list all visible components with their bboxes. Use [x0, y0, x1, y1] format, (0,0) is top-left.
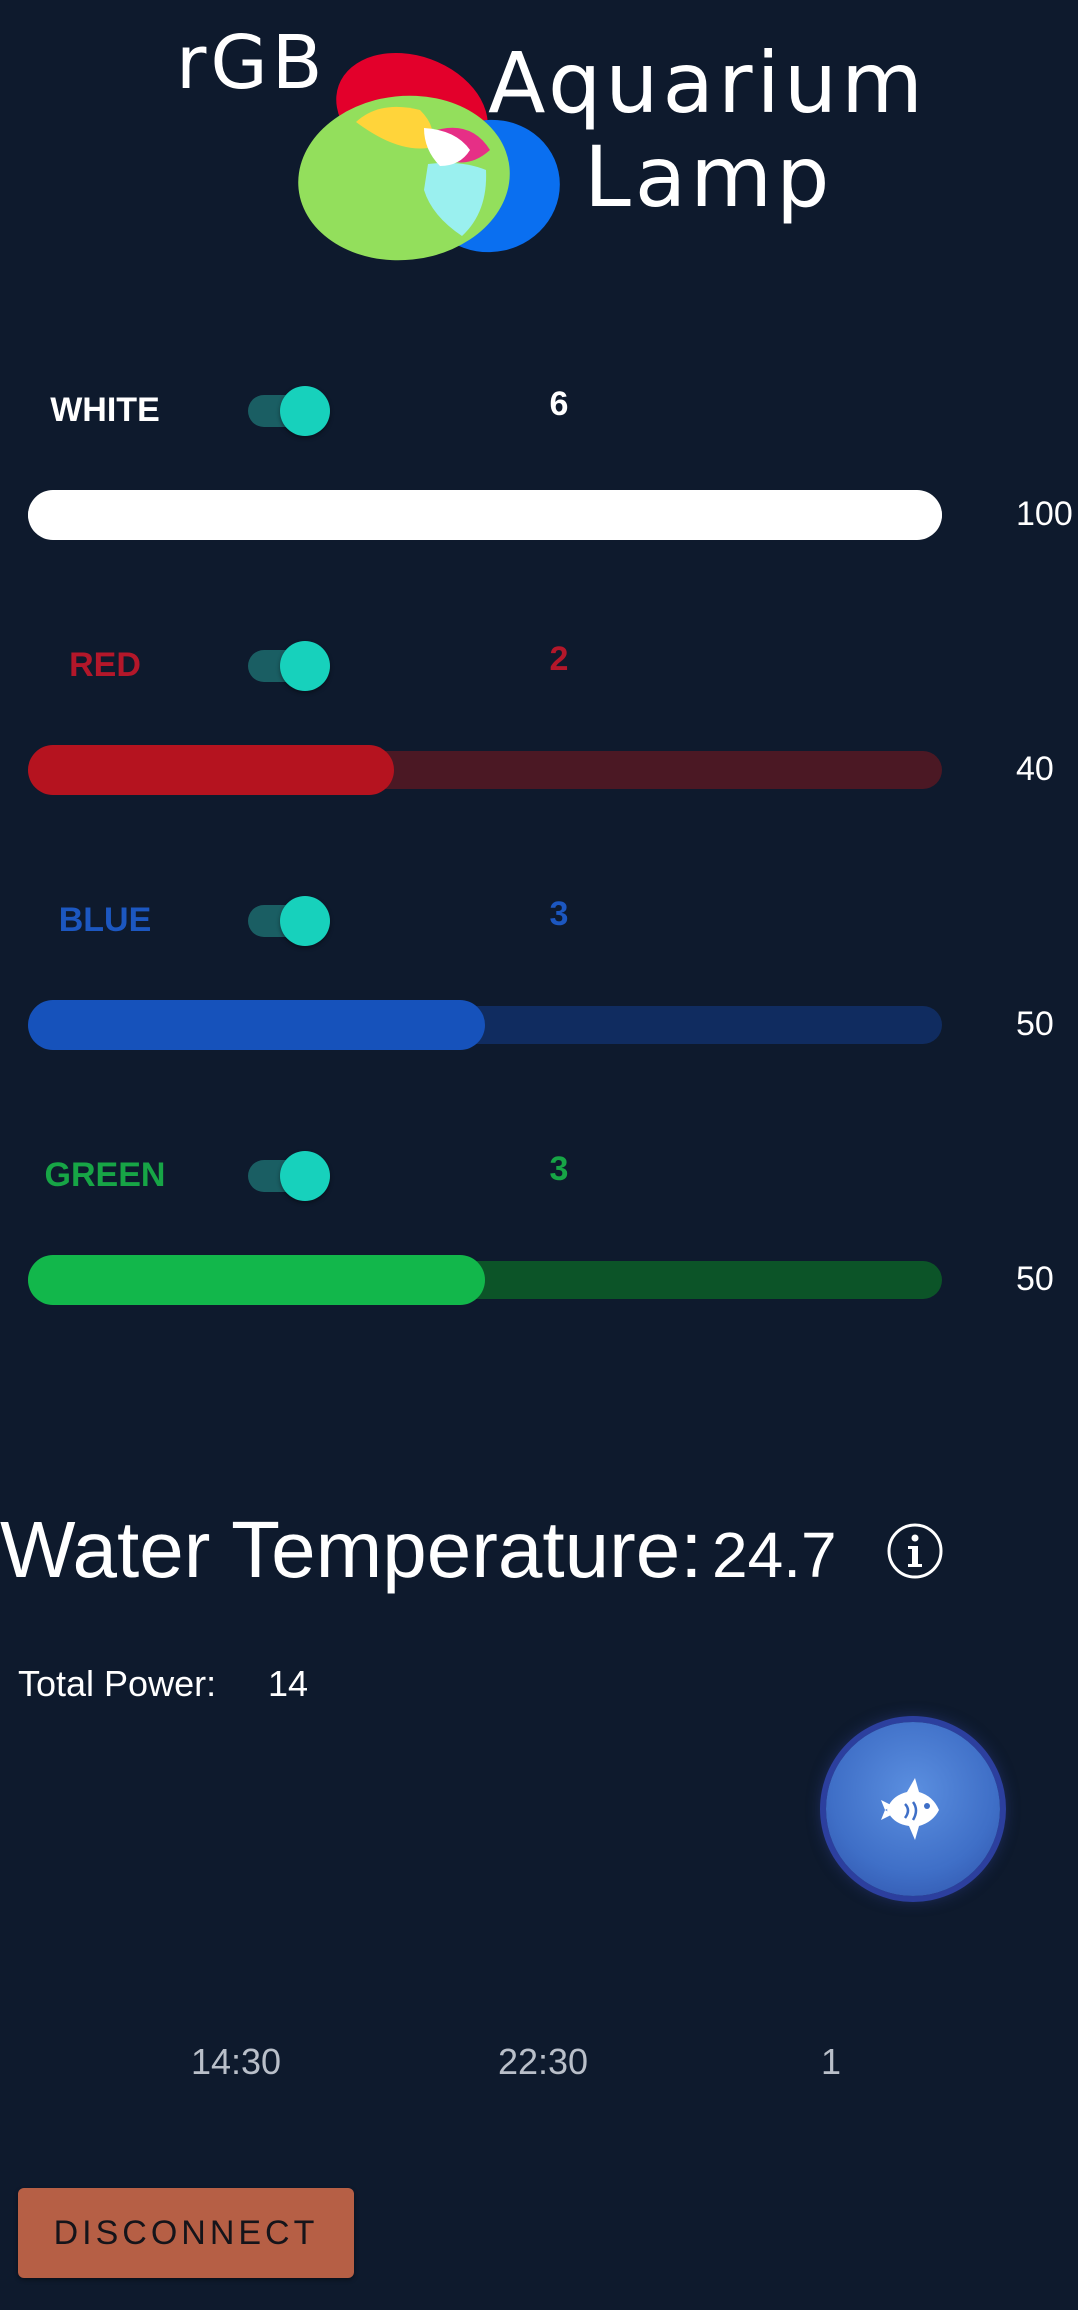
app-logo: rGB Aquarium Lamp — [0, 0, 1078, 290]
slider-fill — [28, 745, 394, 795]
channel-level: 3 — [549, 1150, 569, 1188]
brightness-slider-blue[interactable] — [28, 1000, 942, 1050]
brightness-slider-red[interactable] — [28, 745, 942, 795]
channel-value: 100 — [1016, 495, 1073, 533]
channel-toggle-green[interactable] — [246, 1151, 332, 1201]
time-label-3: 1 — [820, 2041, 842, 2082]
channel-level: 6 — [549, 385, 569, 423]
channel-label: BLUE — [58, 901, 152, 939]
total-power-label: Total Power: — [18, 1663, 217, 1704]
water-temperature-value: 24.7 — [712, 1519, 837, 1591]
toggle-thumb — [280, 386, 330, 436]
channel-level: 3 — [549, 895, 569, 933]
time-label-2: 22:30 — [497, 2041, 589, 2082]
time-label-1: 14:30 — [190, 2041, 282, 2082]
toggle-thumb — [280, 896, 330, 946]
logo-text-aquarium: Aquarium — [488, 34, 927, 132]
channel-level: 2 — [549, 640, 569, 678]
brightness-slider-green[interactable] — [28, 1255, 942, 1305]
toggle-thumb — [280, 641, 330, 691]
water-temperature-label: Water Temperature: — [0, 1505, 703, 1594]
total-power-value: 14 — [268, 1663, 309, 1704]
toggle-thumb — [280, 1151, 330, 1201]
channel-red: RED 2 40 — [0, 605, 1078, 805]
slider-fill — [28, 1255, 485, 1305]
disconnect-button[interactable]: DISCONNECT — [18, 2188, 354, 2278]
channel-label: WHITE — [50, 391, 160, 429]
app-screen: rGB Aquarium Lamp WHITE 6 100 RED 2 40 B… — [0, 0, 1078, 2310]
channel-value: 50 — [1016, 1005, 1054, 1043]
slider-fill — [28, 490, 942, 540]
channel-blue: BLUE 3 50 — [0, 860, 1078, 1060]
channel-value: 40 — [1016, 750, 1054, 788]
fish-icon — [881, 1778, 939, 1840]
channel-white: WHITE 6 100 — [0, 350, 1078, 550]
channel-label: RED — [69, 646, 141, 684]
fish-mode-button[interactable] — [826, 1722, 1000, 1896]
slider-fill — [28, 1000, 485, 1050]
channel-toggle-white[interactable] — [246, 386, 332, 436]
channel-toggle-blue[interactable] — [246, 896, 332, 946]
info-icon[interactable] — [886, 1522, 944, 1580]
channel-value: 50 — [1016, 1260, 1054, 1298]
channel-green: GREEN 3 50 — [0, 1115, 1078, 1315]
logo-text-rgb: rGB — [176, 20, 327, 106]
brightness-slider-white[interactable] — [28, 490, 942, 540]
channel-toggle-red[interactable] — [246, 641, 332, 691]
channel-label: GREEN — [44, 1156, 166, 1194]
logo-text-lamp: Lamp — [584, 128, 834, 226]
